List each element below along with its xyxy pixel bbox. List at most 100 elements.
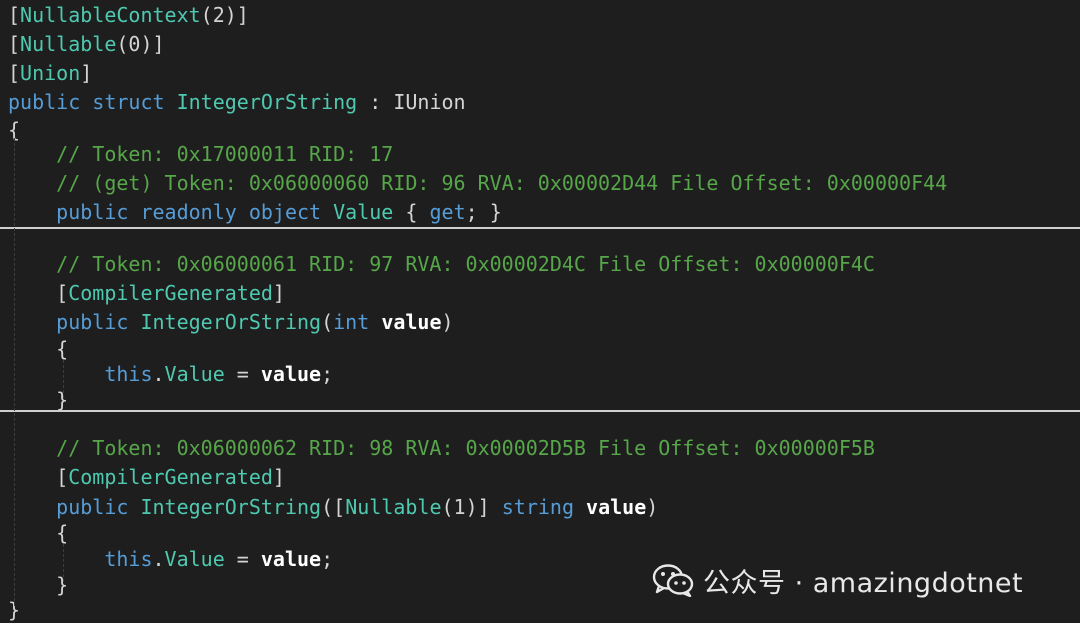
watermark-text: 公众号 · amazingdotnet bbox=[703, 567, 1024, 599]
code-token: . bbox=[152, 362, 165, 386]
code-token: ] bbox=[80, 61, 93, 85]
indent-guide bbox=[63, 360, 64, 398]
code-token: ) bbox=[441, 310, 454, 334]
code-token: : IUnion bbox=[357, 90, 466, 114]
code-line: // Token: 0x06000062 RID: 98 RVA: 0x0000… bbox=[8, 435, 875, 461]
code-token: readonly bbox=[140, 200, 237, 224]
code-token: ( bbox=[321, 310, 334, 334]
code-token: ] bbox=[272, 465, 285, 489]
code-line: // Token: 0x17000011 RID: 17 bbox=[8, 141, 393, 167]
code-line: public struct IntegerOrString : IUnion bbox=[8, 89, 466, 115]
code-token: ([ bbox=[321, 495, 346, 519]
code-token: Union bbox=[20, 61, 81, 85]
code-line: // Token: 0x06000061 RID: 97 RVA: 0x0000… bbox=[8, 251, 875, 277]
code-token: CompilerGenerated bbox=[68, 465, 273, 489]
code-token: [ bbox=[8, 281, 69, 305]
code-token: ; bbox=[321, 362, 334, 386]
code-token: (1)] bbox=[441, 495, 502, 519]
code-line: } bbox=[8, 572, 68, 598]
code-token: } bbox=[8, 388, 69, 412]
code-token: (0)] bbox=[116, 32, 165, 56]
code-token: { bbox=[8, 337, 69, 361]
code-token: [ bbox=[8, 61, 21, 85]
code-token: . bbox=[152, 547, 165, 571]
code-line: // (get) Token: 0x06000060 RID: 96 RVA: … bbox=[8, 170, 947, 196]
code-token: (2)] bbox=[200, 3, 249, 27]
code-token: // Token: 0x06000062 RID: 98 RVA: 0x0000… bbox=[8, 436, 875, 460]
code-token: string bbox=[501, 495, 574, 519]
code-line: public readonly object Value { get; } bbox=[8, 199, 502, 225]
code-token: } bbox=[8, 573, 69, 597]
code-token: public bbox=[56, 495, 129, 519]
code-line: this.Value = value; bbox=[8, 361, 333, 387]
watermark: 公众号 · amazingdotnet bbox=[651, 562, 1024, 599]
indent-guide bbox=[14, 138, 15, 606]
code-token: = bbox=[224, 547, 261, 571]
code-token: // Token: 0x06000061 RID: 97 RVA: 0x0000… bbox=[8, 252, 875, 276]
code-token: NullableContext bbox=[20, 3, 201, 27]
code-token: Value bbox=[164, 362, 225, 386]
code-line: [Nullable(0)] bbox=[8, 31, 165, 57]
code-token: IntegerOrString bbox=[140, 310, 322, 334]
code-token: ; bbox=[321, 547, 334, 571]
code-line: this.Value = value; bbox=[8, 546, 333, 572]
code-token: this bbox=[104, 547, 153, 571]
code-line: public IntegerOrString(int value) bbox=[8, 309, 454, 335]
code-token: [ bbox=[8, 32, 21, 56]
code-token: { bbox=[393, 200, 430, 224]
code-editor[interactable]: [NullableContext(2)] [Nullable(0)] [Union]… bbox=[0, 0, 1080, 623]
code-token: value bbox=[586, 495, 647, 519]
code-token: value bbox=[260, 362, 322, 386]
code-token: // Token: 0x17000011 RID: 17 bbox=[8, 142, 394, 166]
code-token: struct bbox=[92, 90, 165, 114]
code-token: ; } bbox=[465, 200, 502, 224]
code-token: { bbox=[8, 521, 69, 545]
code-token: Value bbox=[333, 200, 394, 224]
code-token: public bbox=[56, 310, 129, 334]
code-token: this bbox=[104, 362, 153, 386]
code-line: public IntegerOrString([Nullable(1)] str… bbox=[8, 494, 658, 520]
code-token: value bbox=[260, 547, 322, 571]
code-line: { bbox=[8, 336, 68, 362]
code-token: object bbox=[248, 200, 322, 224]
code-line: [CompilerGenerated] bbox=[8, 464, 285, 490]
code-token: Nullable bbox=[345, 495, 442, 519]
code-token: value bbox=[381, 310, 442, 334]
code-token: = bbox=[224, 362, 261, 386]
code-token: IntegerOrString bbox=[176, 90, 358, 114]
code-token: ) bbox=[646, 495, 659, 519]
code-token: [ bbox=[8, 465, 69, 489]
member-separator bbox=[0, 410, 1080, 412]
code-token: // (get) Token: 0x06000060 RID: 96 RVA: … bbox=[8, 171, 948, 195]
indent-guide bbox=[63, 544, 64, 582]
member-separator bbox=[0, 227, 1080, 229]
code-token: Nullable bbox=[20, 32, 117, 56]
code-token: [ bbox=[8, 3, 21, 27]
code-line: [NullableContext(2)] bbox=[8, 2, 249, 28]
code-token: public bbox=[8, 90, 81, 114]
code-line: [CompilerGenerated] bbox=[8, 280, 285, 306]
code-token: IntegerOrString bbox=[140, 495, 322, 519]
code-line: { bbox=[8, 520, 68, 546]
code-token: Value bbox=[164, 547, 225, 571]
code-token: ] bbox=[272, 281, 285, 305]
code-token: CompilerGenerated bbox=[68, 281, 273, 305]
wechat-icon bbox=[652, 564, 694, 597]
code-token: get bbox=[429, 200, 466, 224]
code-token: int bbox=[333, 310, 370, 334]
code-line: [Union] bbox=[8, 60, 92, 86]
